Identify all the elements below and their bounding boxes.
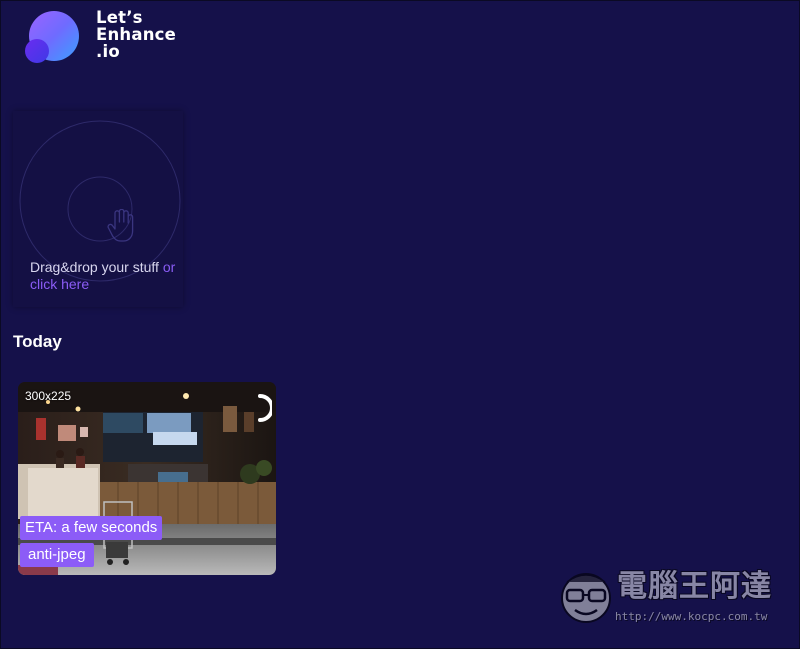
dropzone-instructions: Drag&drop your stuff or click here (30, 259, 180, 293)
site-watermark: 電腦王阿達 http://www.kocpc.com.tw (559, 564, 789, 634)
dropzone-text: Drag&drop your stuff (30, 259, 163, 275)
section-title-today: Today (13, 332, 62, 351)
image-card[interactable]: 300x225 ETA: a few seconds anti-jpeg (18, 382, 276, 575)
loading-spinner-icon (258, 394, 272, 422)
logo-circle-small (25, 39, 49, 63)
mascot-face-icon (561, 573, 611, 623)
watermark-title: 電腦王阿達 (617, 569, 772, 604)
watermark-url: http://www.kocpc.com.tw (615, 610, 768, 623)
upload-dropzone[interactable]: Drag&drop your stuff or click here (13, 111, 183, 307)
brand-logo[interactable]: Let’s Enhance .io (25, 9, 185, 69)
image-dimensions: 300x225 (25, 389, 72, 403)
filter-badge: anti-jpeg (20, 543, 94, 567)
app-window: Let’s Enhance .io Drag&drop your stuff o… (0, 0, 800, 649)
brand-name: Let’s Enhance .io (96, 8, 177, 61)
hand-pointer-icon (107, 209, 134, 242)
eta-badge: ETA: a few seconds (20, 516, 163, 540)
logo-mark-icon (25, 9, 81, 65)
